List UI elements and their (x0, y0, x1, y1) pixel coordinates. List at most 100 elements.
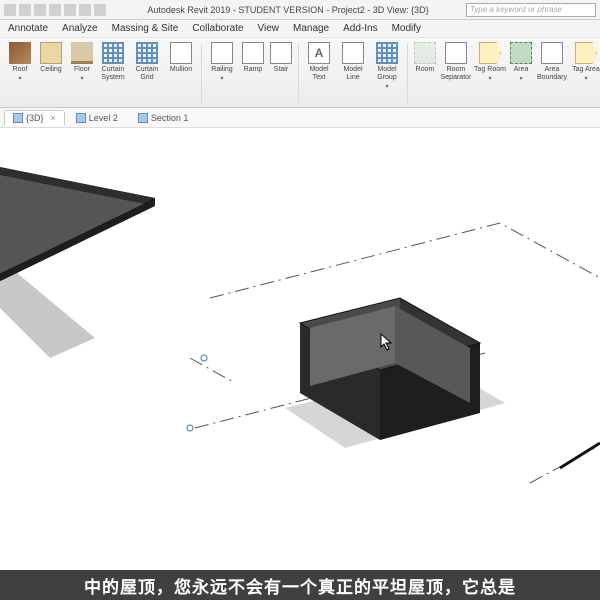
menu-collaborate[interactable]: Collaborate (192, 23, 243, 34)
level-marker[interactable] (187, 425, 193, 431)
ramp-icon (242, 42, 264, 64)
tool-label: Area (514, 66, 529, 74)
menu-manage[interactable]: Manage (293, 23, 329, 34)
tool-room-separator[interactable]: Room Separator (440, 42, 472, 82)
model-text-icon: A (308, 42, 330, 64)
close-icon[interactable]: × (51, 113, 56, 123)
stair-icon (270, 42, 292, 64)
subtitle-overlay: 中的屋顶，您永远不会有一个真正的平坦屋顶，它总是 (0, 570, 600, 600)
tool-room[interactable]: Room (412, 42, 438, 74)
tool-ramp[interactable]: Ramp (240, 42, 266, 74)
tab-label: Section 1 (151, 113, 189, 123)
qat-icon[interactable] (19, 4, 31, 16)
tool-label: Railing (211, 66, 232, 74)
tool-label: Model Line (337, 66, 369, 82)
room-separator-icon (445, 42, 467, 64)
tool-label: Stair (274, 66, 288, 74)
tool-area[interactable]: Area▾ (508, 42, 534, 82)
tab-section1[interactable]: Section 1 (129, 110, 198, 126)
chevron-down-icon[interactable]: ▾ (488, 75, 491, 82)
menu-modify[interactable]: Modify (392, 23, 421, 34)
menu-view[interactable]: View (257, 23, 279, 34)
chevron-down-icon[interactable]: ▾ (80, 75, 83, 82)
menu-massing[interactable]: Massing & Site (112, 23, 179, 34)
title-bar: Autodesk Revit 2019 - STUDENT VERSION - … (0, 0, 600, 20)
tool-label: Room (416, 66, 435, 74)
tool-curtain-grid[interactable]: Curtain Grid (131, 42, 163, 82)
roof-icon (9, 42, 31, 64)
search-input[interactable]: Type a keyword or phrase (466, 3, 596, 17)
tool-label: Ceiling (40, 66, 61, 74)
chevron-down-icon[interactable]: ▾ (519, 75, 522, 82)
tool-model-line[interactable]: Model Line (337, 42, 369, 82)
tag-room-icon (479, 42, 501, 64)
tool-label: Tag Area (572, 66, 600, 74)
tool-label: Room Separator (440, 66, 472, 82)
ribbon-group-build: Roof▾CeilingFloor▾Curtain SystemCurtain … (4, 40, 600, 105)
view-icon (76, 113, 86, 123)
qat-icon[interactable] (94, 4, 106, 16)
menu-bar: Annotate Analyze Massing & Site Collabor… (0, 20, 600, 38)
view-tabs: {3D} × Level 2 Section 1 (0, 108, 600, 128)
view-icon (13, 113, 23, 123)
qat-icon[interactable] (64, 4, 76, 16)
room-icon (414, 42, 436, 64)
model-line-icon (342, 42, 364, 64)
separator (298, 44, 299, 103)
wall-segment (560, 443, 600, 468)
qat-icon[interactable] (4, 4, 16, 16)
tool-mullion[interactable]: Mullion (165, 42, 197, 74)
tool-area-boundary[interactable]: Area Boundary (536, 42, 568, 82)
tool-model-group[interactable]: Model Group▾ (371, 42, 403, 90)
tool-curtain-system[interactable]: Curtain System (97, 42, 129, 82)
mullion-icon (170, 42, 192, 64)
level-marker[interactable] (201, 355, 207, 361)
tool-label: Floor (74, 66, 90, 74)
chevron-down-icon[interactable]: ▾ (18, 75, 21, 82)
railing-icon (211, 42, 233, 64)
tool-stair[interactable]: Stair (268, 42, 294, 74)
qat-icon[interactable] (34, 4, 46, 16)
area-boundary-icon (541, 42, 563, 64)
viewport-3d[interactable] (0, 128, 600, 570)
scene-3d (0, 128, 600, 570)
view-icon (138, 113, 148, 123)
quick-access-toolbar (0, 4, 110, 16)
subtitle-text: 中的屋顶，您永远不会有一个真正的平坦屋顶，它总是 (84, 573, 516, 598)
tool-label: Model Group (371, 66, 403, 82)
tool-label: Tag Room (474, 66, 506, 74)
tool-tag-room[interactable]: Tag Room▾ (474, 42, 506, 82)
tab-level2[interactable]: Level 2 (67, 110, 127, 126)
tool-label: Model Text (303, 66, 335, 82)
tool-label: Ramp (244, 66, 263, 74)
menu-annotate[interactable]: Annotate (8, 23, 48, 34)
qat-icon[interactable] (49, 4, 61, 16)
tool-roof[interactable]: Roof▾ (7, 42, 33, 82)
separator (407, 44, 408, 103)
tab-label: Level 2 (89, 113, 118, 123)
ceiling-icon (40, 42, 62, 64)
tool-model-text[interactable]: A Model Text (303, 42, 335, 82)
tool-floor[interactable]: Floor▾ (69, 42, 95, 82)
menu-addins[interactable]: Add-Ins (343, 23, 377, 34)
tool-ceiling[interactable]: Ceiling (35, 42, 67, 74)
tool-label: Mullion (170, 66, 192, 74)
curtain-system-icon (102, 42, 124, 64)
floor-icon (71, 42, 93, 64)
qat-icon[interactable] (79, 4, 91, 16)
window-title: Autodesk Revit 2019 - STUDENT VERSION - … (110, 5, 466, 15)
chevron-down-icon[interactable]: ▾ (220, 75, 223, 82)
tool-railing[interactable]: Railing▾ (206, 42, 238, 82)
separator (201, 44, 202, 103)
wall-box (285, 298, 505, 448)
tool-label: Area Boundary (536, 66, 568, 82)
cursor-icon (380, 333, 394, 356)
menu-analyze[interactable]: Analyze (62, 23, 98, 34)
tool-label: Curtain System (97, 66, 129, 82)
tool-tag-area[interactable]: Tag Area▾ (570, 42, 600, 82)
curtain-grid-icon (136, 42, 158, 64)
tab-3d[interactable]: {3D} × (4, 110, 65, 126)
chevron-down-icon[interactable]: ▾ (584, 75, 587, 82)
chevron-down-icon[interactable]: ▾ (385, 83, 388, 90)
tool-label: Roof (13, 66, 28, 74)
